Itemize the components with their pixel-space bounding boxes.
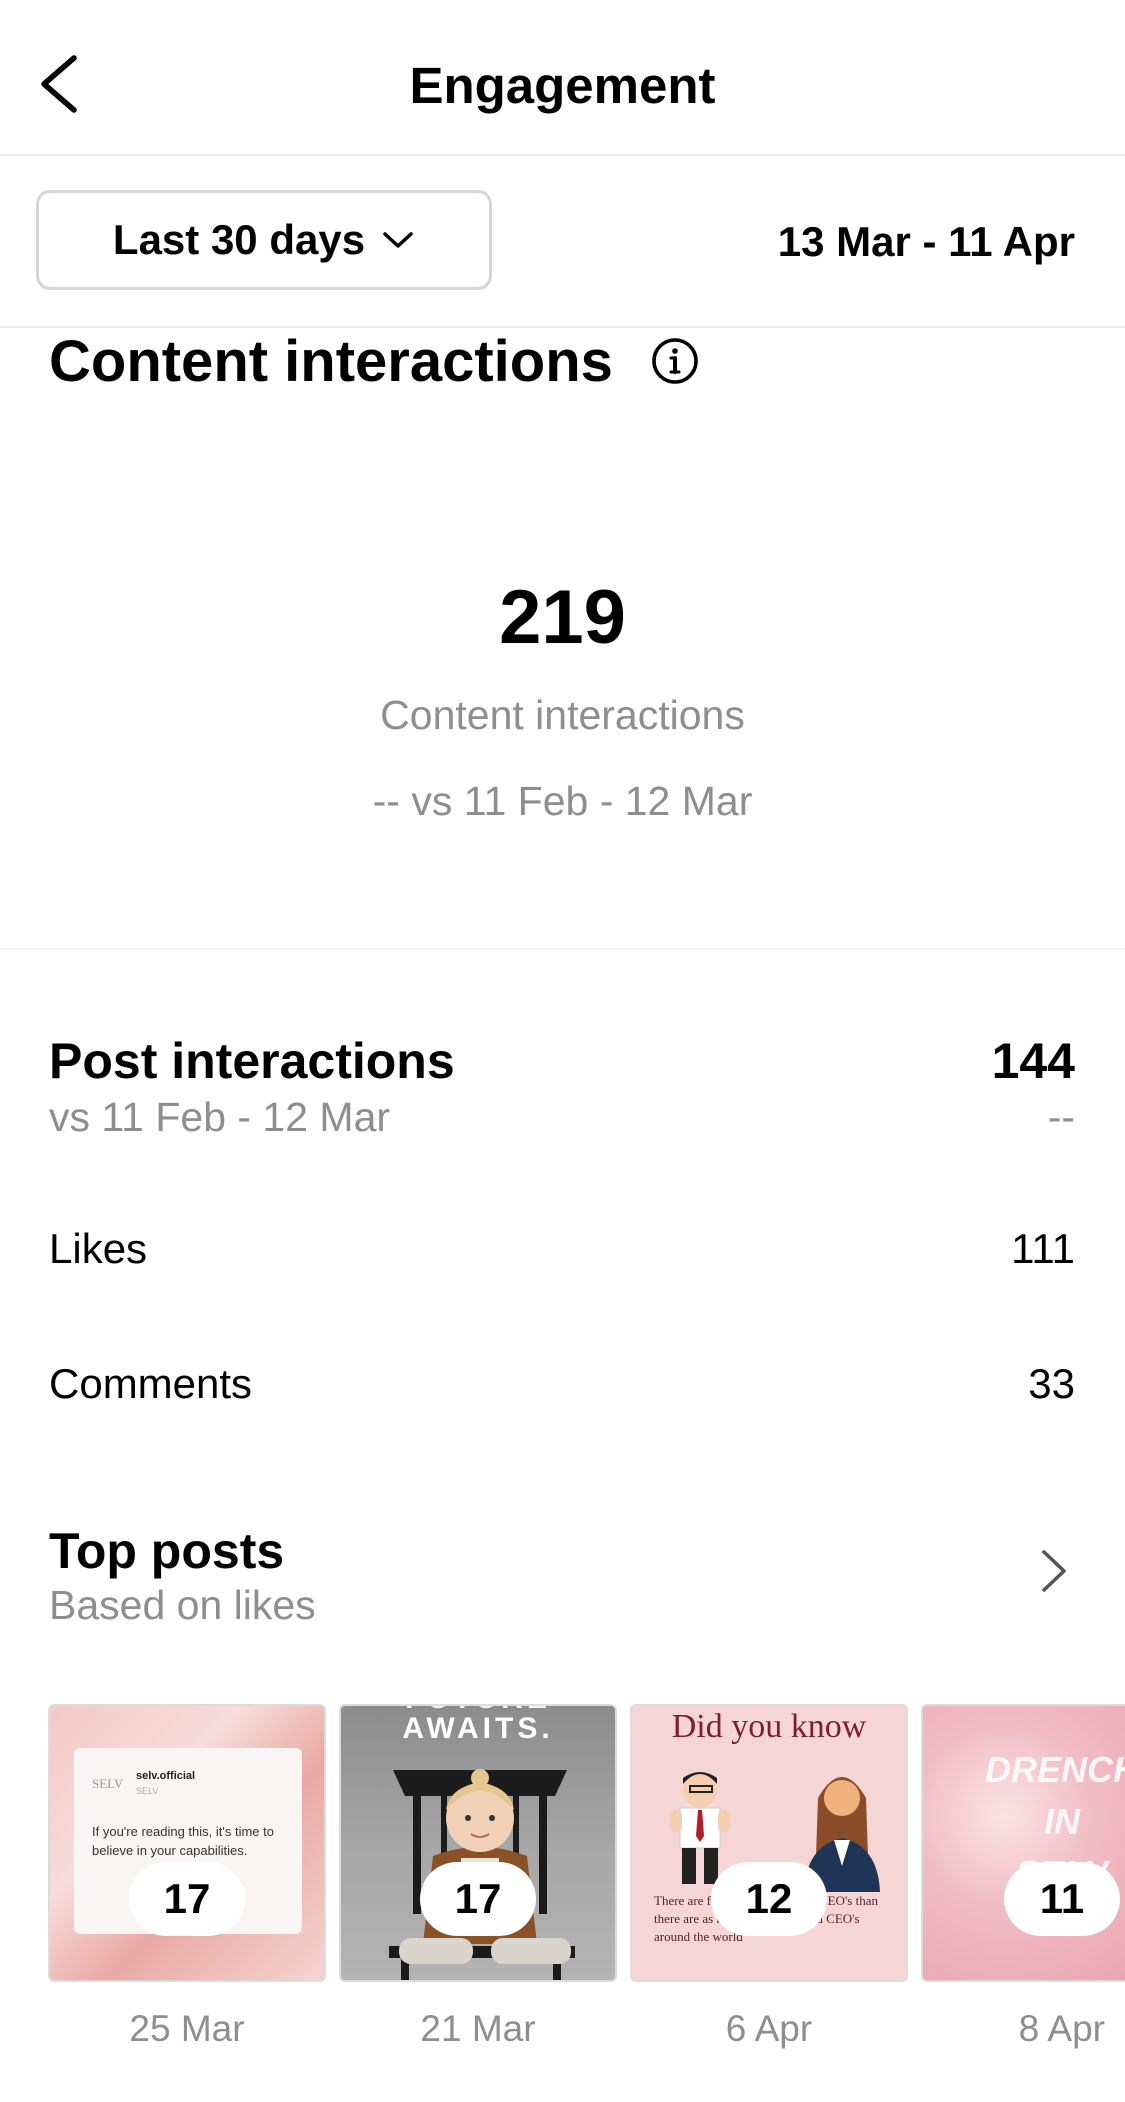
top-post-4[interactable]: DRENCH IN SELV 11 bbox=[921, 1704, 1125, 1982]
section-divider bbox=[0, 948, 1125, 950]
brand-logo: SELV bbox=[92, 1776, 124, 1791]
post-date: 6 Apr bbox=[725, 2008, 813, 2049]
post-interactions-change: -- bbox=[1047, 1094, 1075, 1140]
post-handle-sub: SELV bbox=[136, 1786, 159, 1796]
content-interactions-value: 219 bbox=[499, 575, 626, 660]
post-date: 25 Mar bbox=[129, 2008, 245, 2049]
filter-bar: Last 30 days 13 Mar - 11 Apr bbox=[0, 156, 1125, 328]
chevron-right-icon bbox=[1042, 1550, 1066, 1592]
date-range-dropdown-label: Last 30 days bbox=[112, 216, 366, 263]
comments-value: 33 bbox=[1028, 1360, 1075, 1407]
info-icon bbox=[652, 338, 698, 384]
post-headline-line: IN bbox=[1044, 1801, 1080, 1842]
post-interactions-title: Post interactions bbox=[49, 1033, 455, 1089]
post-interactions-value: 144 bbox=[991, 1033, 1075, 1089]
likes-label: Likes bbox=[49, 1225, 148, 1272]
content-interactions-title: Content interactions bbox=[49, 329, 613, 394]
nav-header: Engagement bbox=[0, 0, 1125, 156]
date-range-text: 13 Mar - 11 Apr bbox=[777, 218, 1075, 265]
top-posts-subtitle: Based on likes bbox=[49, 1582, 316, 1628]
post-like-count: 17 bbox=[420, 1862, 536, 1936]
page-title: Engagement bbox=[409, 57, 716, 114]
post-date: 8 Apr bbox=[1018, 2008, 1105, 2049]
top-posts-more-button[interactable] bbox=[1034, 1546, 1074, 1596]
post-date: 21 Mar bbox=[420, 2008, 536, 2049]
top-posts-title: Top posts bbox=[49, 1523, 285, 1579]
post-like-count: 17 bbox=[129, 1862, 245, 1936]
content-interactions-label: Content interactions bbox=[380, 692, 745, 738]
chevron-down-icon bbox=[383, 232, 413, 248]
top-post-1[interactable]: SELV selv.official SELV If you're readin… bbox=[48, 1704, 326, 1982]
post-quote-text: If you're reading this, it's time to bel… bbox=[92, 1824, 274, 1858]
post-like-count: 11 bbox=[1004, 1862, 1120, 1936]
content-interactions-comparison: -- vs 11 Feb - 12 Mar bbox=[372, 778, 753, 824]
post-interactions-comparison: vs 11 Feb - 12 Mar bbox=[49, 1094, 391, 1140]
date-range-dropdown[interactable]: Last 30 days bbox=[36, 190, 492, 290]
info-button[interactable] bbox=[650, 336, 700, 386]
likes-value: 111 bbox=[1011, 1225, 1075, 1272]
top-post-3[interactable]: Did you know There are fewer women named… bbox=[630, 1704, 908, 1982]
post-like-count: 12 bbox=[711, 1862, 827, 1936]
comments-label: Comments bbox=[49, 1360, 253, 1407]
post-headline-line: DRENCH bbox=[984, 1749, 1125, 1790]
post-handle: selv.official bbox=[136, 1770, 196, 1782]
top-post-2[interactable]: FUTURE AWAITS. 17 bbox=[339, 1704, 617, 1982]
child-on-chair-image bbox=[389, 1769, 575, 1980]
